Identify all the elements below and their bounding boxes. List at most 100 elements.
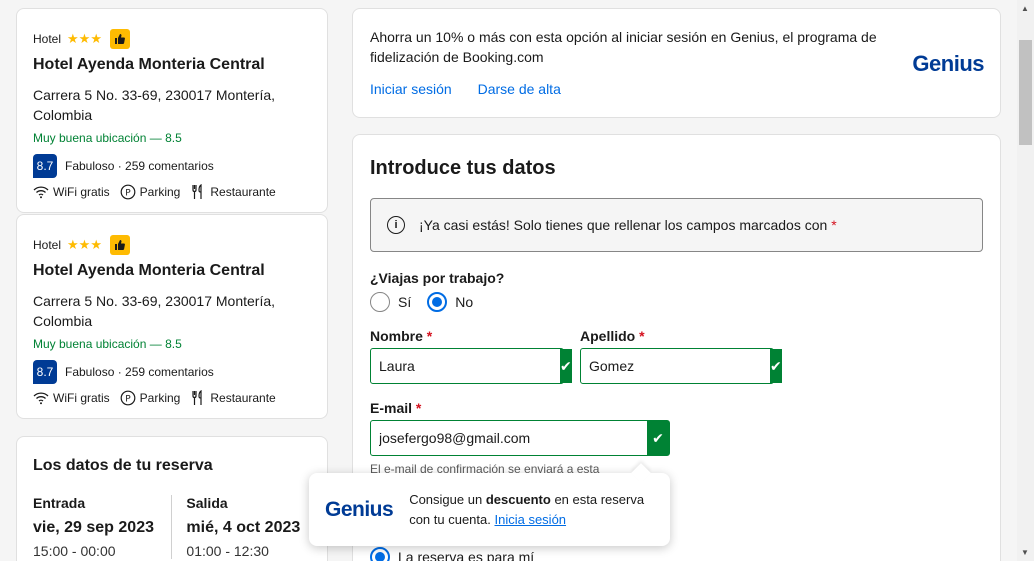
checkmark-icon: ✔ — [647, 421, 669, 455]
last-name-input-wrap: ✔ — [580, 348, 782, 384]
hotel-name: Hotel Ayenda Monteria Central — [33, 56, 265, 73]
amenity-label: Parking — [139, 391, 181, 405]
last-name-input[interactable] — [581, 349, 770, 383]
amenity-restaurant: Restaurante — [190, 390, 276, 406]
email-label: E-mail * — [370, 400, 670, 416]
tooltip-text-pre: Consigue un — [409, 491, 483, 507]
booking-dates: Entrada vie, 29 sep 2023 15:00 - 00:00 S… — [33, 495, 311, 559]
checkin-label: Entrada — [33, 495, 86, 511]
hotel-type: Hotel — [33, 238, 62, 252]
booking-details-title: Los datos de tu reserva — [33, 457, 213, 474]
radio-no[interactable] — [427, 292, 448, 312]
first-name-field: Nombre * ✔ — [370, 328, 572, 384]
rating-row: 8.7 Fabuloso · 259 comentarios — [33, 360, 311, 384]
info-banner: i ¡Ya casi estás! Solo tienes que rellen… — [370, 198, 983, 252]
radio-yes-label: Sí — [398, 294, 412, 310]
radio-option-for-me[interactable]: La reserva es para mí — [370, 547, 534, 561]
genius-banner: Ahorra un 10% o más con esta opción al i… — [352, 8, 1001, 118]
email-input-wrap: ✔ — [370, 420, 670, 456]
last-name-label: Apellido * — [580, 328, 774, 344]
parking-icon: P — [120, 390, 136, 406]
tooltip-login-link[interactable]: Inicia sesión — [494, 512, 566, 527]
amenity-label: Restaurante — [210, 185, 276, 199]
parking-icon: P — [120, 184, 136, 200]
hotel-name: Hotel Ayenda Monteria Central — [33, 262, 265, 279]
amenities: WiFi gratis P Parking Restaurante — [33, 390, 311, 406]
genius-logo: Genius — [912, 51, 984, 76]
last-name-field: Apellido * ✔ — [580, 328, 782, 384]
wifi-icon — [33, 392, 49, 405]
genius-banner-text: Ahorra un 10% o más con esta opción al i… — [370, 29, 877, 65]
radio-option-yes[interactable]: Sí — [370, 292, 411, 312]
checkout-time: 01:00 - 12:30 — [186, 543, 269, 559]
signup-link[interactable]: Darse de alta — [478, 81, 561, 97]
svg-text:P: P — [125, 394, 131, 404]
checkout-label: Salida — [186, 495, 228, 511]
checkout: Salida mié, 4 oct 2023 01:00 - 12:30 — [171, 495, 311, 559]
name-fields: Nombre * ✔ Apellido * ✔ — [370, 328, 983, 384]
star-rating: ★★★ — [67, 31, 102, 46]
first-name-label-text: Nombre — [370, 328, 423, 344]
amenity-label: Restaurante — [210, 391, 276, 405]
restaurant-icon — [192, 390, 202, 405]
tooltip-text: Consigue un descuento en esta reserva co… — [409, 490, 654, 530]
hotel-address: Carrera 5 No. 33-69, 230017 Montería, Co… — [33, 293, 276, 329]
checkin: Entrada vie, 29 sep 2023 15:00 - 00:00 — [33, 495, 171, 559]
scroll-thumb[interactable] — [1019, 40, 1032, 145]
amenity-parking: P Parking — [120, 184, 181, 200]
checkout-date: mié, 4 oct 2023 — [186, 519, 301, 536]
star-rating: ★★★ — [67, 237, 102, 252]
first-name-input[interactable] — [371, 349, 560, 383]
hotel-address: Carrera 5 No. 33-69, 230017 Montería, Co… — [33, 87, 276, 123]
hotel-type: Hotel — [33, 32, 62, 46]
restaurant-icon — [192, 184, 202, 199]
location-score: Muy buena ubicación — 8.5 — [33, 131, 182, 145]
review-score-badge: 8.7 — [33, 154, 57, 178]
login-link[interactable]: Iniciar sesión — [370, 81, 452, 97]
amenities: WiFi gratis P Parking Restaurante — [33, 184, 311, 200]
amenity-label: WiFi gratis — [53, 391, 110, 405]
review-score-badge: 8.7 — [33, 360, 57, 384]
review-summary: Fabuloso · 259 comentarios — [65, 365, 214, 379]
amenity-label: Parking — [139, 185, 181, 199]
tooltip-text-bold: descuento — [485, 491, 551, 507]
checkmark-icon: ✔ — [560, 349, 572, 383]
genius-tooltip: Genius Consigue un descuento en esta res… — [309, 473, 670, 546]
hotel-card: Hotel ★★★ Hotel Ayenda Monteria Central … — [16, 8, 328, 213]
info-icon: i — [387, 216, 405, 234]
location-score: Muy buena ubicación — 8.5 — [33, 337, 182, 351]
radio-for-me[interactable] — [370, 547, 390, 561]
review-summary: Fabuloso · 259 comentarios — [65, 159, 214, 173]
checkmark-icon: ✔ — [770, 349, 782, 383]
first-name-label: Nombre * — [370, 328, 564, 344]
genius-links: Iniciar sesión Darse de alta — [370, 81, 983, 97]
radio-no-label: No — [455, 294, 474, 310]
genius-logo: Genius — [325, 497, 394, 521]
hotel-type-line: Hotel ★★★ — [33, 29, 311, 49]
scroll-up-icon[interactable]: ▲ — [1021, 4, 1029, 13]
scroll-down-icon[interactable]: ▼ — [1021, 548, 1029, 557]
radio-for-me-label: La reserva es para mí — [398, 549, 535, 561]
email-fields: E-mail * ✔ El e-mail de confirmación se … — [370, 400, 983, 476]
amenity-label: WiFi gratis — [53, 185, 110, 199]
thumbs-up-icon — [109, 235, 130, 255]
radio-option-no[interactable]: No — [427, 292, 473, 312]
wifi-icon — [33, 186, 49, 199]
svg-text:P: P — [125, 188, 131, 198]
amenity-wifi: WiFi gratis — [33, 391, 110, 405]
email-input[interactable] — [371, 421, 647, 455]
checkin-time: 15:00 - 00:00 — [33, 543, 116, 559]
scrollbar[interactable]: ▲ ▼ — [1017, 0, 1034, 561]
radio-yes[interactable] — [370, 292, 390, 312]
amenity-parking: P Parking — [120, 390, 181, 406]
required-marker: * — [415, 400, 422, 416]
required-marker: * — [831, 217, 837, 233]
checkin-date: vie, 29 sep 2023 — [33, 519, 154, 536]
email-label-text: E-mail — [370, 400, 413, 416]
info-text: ¡Ya casi estás! Solo tienes que rellenar… — [419, 217, 828, 233]
thumbs-up-icon — [109, 29, 130, 49]
email-field: E-mail * ✔ El e-mail de confirmación se … — [370, 400, 670, 476]
work-trip-question: ¿Viajas por trabajo? — [370, 270, 505, 286]
first-name-input-wrap: ✔ — [370, 348, 572, 384]
work-trip-radio-group: Sí No — [370, 292, 983, 312]
